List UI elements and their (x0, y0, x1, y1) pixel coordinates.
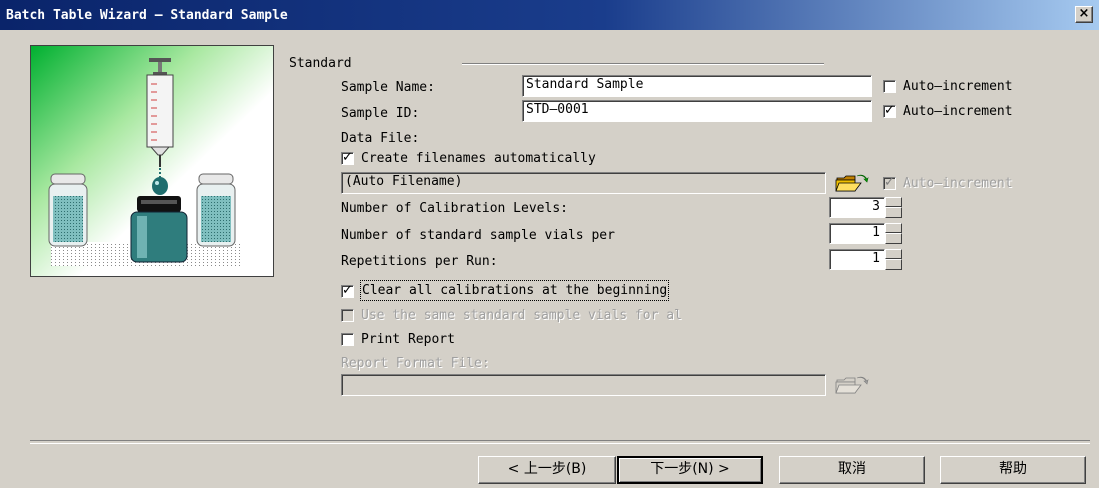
report-format-label: Report Format File: (341, 356, 490, 371)
cancel-button[interactable]: 取消 (779, 456, 925, 484)
repetitions-spinner[interactable]: 1 (829, 249, 903, 270)
same-vials-checkbox[interactable] (341, 309, 354, 322)
help-button[interactable]: 帮助 (940, 456, 1086, 484)
vial-left-icon (48, 173, 88, 247)
sample-id-auto-checkbox[interactable]: ✓ (883, 104, 896, 118)
sample-name-label: Sample Name: (341, 80, 435, 95)
create-filenames-checkbox[interactable]: ✓ (341, 151, 354, 165)
vials-per-label: Number of standard sample vials per (341, 228, 615, 243)
clear-calibrations-label: Clear all calibrations at the beginning (359, 280, 670, 301)
same-vials-label: Use the same standard sample vials for a… (361, 308, 682, 323)
print-report-checkbox[interactable] (341, 333, 354, 346)
filename-input[interactable]: (Auto Filename) (341, 172, 826, 194)
spin-down-icon[interactable] (885, 259, 902, 270)
group-label: Standard (289, 56, 352, 71)
sample-id-label: Sample ID: (341, 106, 420, 121)
footer-divider (30, 440, 1090, 444)
create-filenames-label: Create filenames automatically (361, 151, 596, 166)
spin-up-icon[interactable] (885, 249, 902, 259)
calibration-levels-label: Number of Calibration Levels: (341, 201, 568, 216)
syringe-vials-illustration (31, 46, 273, 276)
sample-id-input[interactable]: STD–0001 (522, 100, 872, 122)
spin-down-icon[interactable] (885, 207, 902, 218)
window-title: Batch Table Wizard – Standard Sample (6, 8, 288, 23)
filename-auto-label: Auto–increment (903, 176, 1013, 191)
print-report-label: Print Report (361, 332, 455, 347)
clear-calibrations-checkbox[interactable]: ✓ (341, 284, 354, 298)
group-divider (462, 63, 824, 65)
filename-browse-button[interactable] (833, 172, 871, 194)
spin-up-icon[interactable] (885, 197, 902, 207)
vial-right-icon (196, 173, 236, 247)
folder-open-icon (835, 174, 869, 192)
vial-center-icon (130, 196, 188, 263)
wizard-illustration (30, 45, 274, 277)
sample-name-auto-label: Auto–increment (903, 79, 1013, 94)
sample-id-auto-label: Auto–increment (903, 104, 1013, 119)
spin-down-icon[interactable] (885, 233, 902, 244)
data-file-label: Data File: (341, 131, 420, 146)
folder-open-icon (835, 376, 869, 394)
repetitions-label: Repetitions per Run: (341, 254, 498, 269)
sample-name-auto-checkbox[interactable] (883, 80, 896, 93)
spin-up-icon[interactable] (885, 223, 902, 233)
filename-auto-checkbox[interactable]: ✓ (883, 176, 896, 190)
sample-name-input[interactable]: Standard Sample (522, 75, 872, 97)
close-button[interactable]: × (1075, 6, 1093, 23)
title-bar: Batch Table Wizard – Standard Sample × (0, 0, 1099, 30)
vials-per-spinner[interactable]: 1 (829, 223, 903, 244)
report-format-browse-button[interactable] (833, 374, 871, 396)
calibration-levels-spinner[interactable]: 3 (829, 197, 903, 218)
report-format-input[interactable] (341, 374, 826, 396)
back-button[interactable]: < 上一步(B) (478, 456, 616, 484)
next-button[interactable]: 下一步(N) > (617, 456, 763, 484)
